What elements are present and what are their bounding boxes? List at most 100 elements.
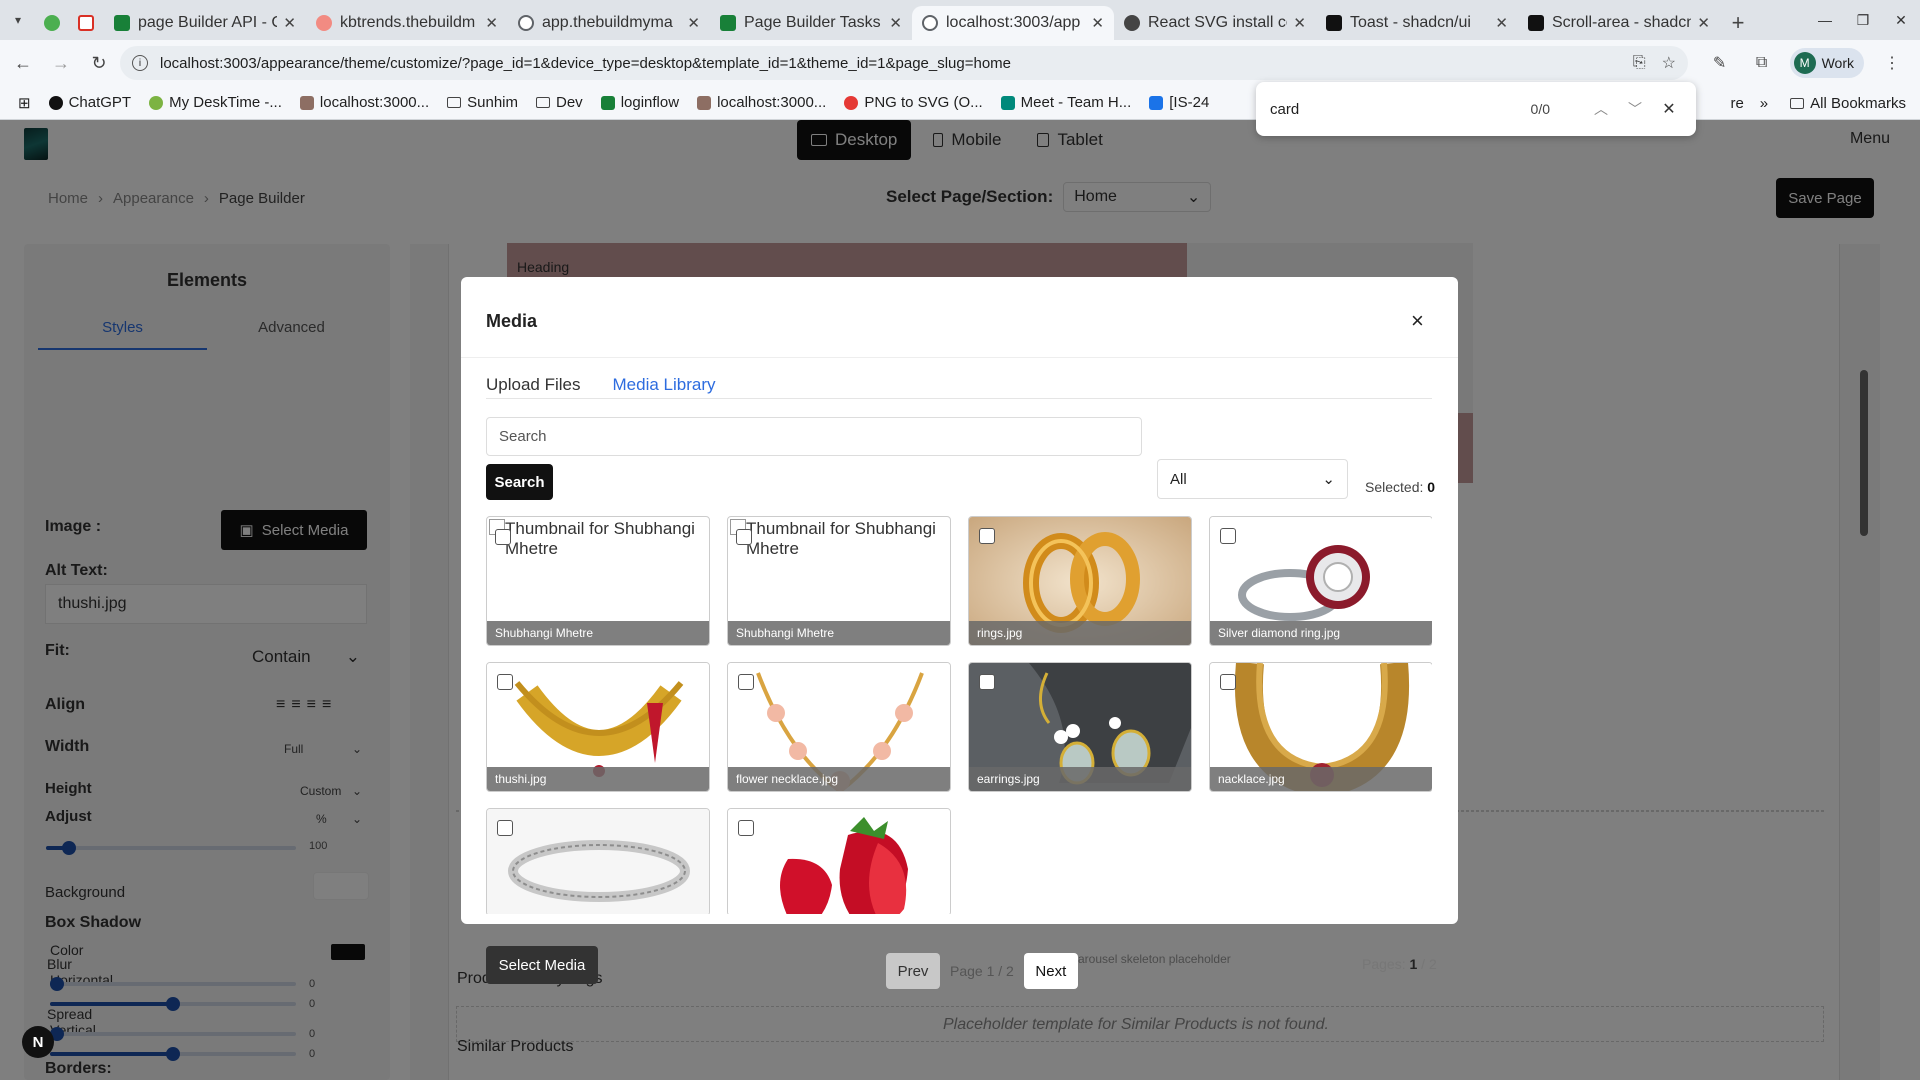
media-checkbox[interactable] xyxy=(979,674,995,690)
tab-media-library[interactable]: Media Library xyxy=(613,367,716,405)
find-previous-icon[interactable]: ︿ xyxy=(1588,99,1614,119)
media-checkbox[interactable] xyxy=(495,529,511,545)
bookmark-item[interactable]: localhost:3000... xyxy=(299,94,429,111)
tab-title: app.thebuildmyma xyxy=(542,14,673,31)
close-icon[interactable]: ✕ xyxy=(1495,14,1508,32)
bookmark-star-icon[interactable]: ☆ xyxy=(1662,53,1676,73)
media-type-filter[interactable]: All ⌄ xyxy=(1157,459,1348,499)
media-card[interactable]: earrings.jpg xyxy=(968,662,1192,792)
next-page-button[interactable]: Next xyxy=(1023,953,1078,989)
apps-icon[interactable]: ⊞ xyxy=(18,94,31,112)
media-card[interactable] xyxy=(486,808,710,914)
media-checkbox[interactable] xyxy=(979,528,995,544)
media-card[interactable]: rings.jpg xyxy=(968,516,1192,646)
all-bookmarks[interactable]: All Bookmarks xyxy=(1790,95,1906,112)
broken-image: Thumbnail for Shubhangi Mhetre xyxy=(489,519,707,560)
close-icon[interactable]: ✕ xyxy=(1293,14,1306,32)
globe-icon xyxy=(922,15,938,31)
media-caption: flower necklace.jpg xyxy=(728,767,950,791)
close-icon[interactable]: ✕ xyxy=(687,14,700,32)
pen-icon[interactable]: ✎ xyxy=(1706,49,1734,77)
media-checkbox[interactable] xyxy=(497,820,513,836)
close-icon[interactable]: ✕ xyxy=(485,14,498,32)
tab-title: kbtrends.thebuildm xyxy=(340,14,476,31)
find-next-icon[interactable]: ﹀ xyxy=(1622,99,1648,119)
prev-page-button[interactable]: Prev xyxy=(886,953,940,989)
browser-tab[interactable] xyxy=(36,6,70,40)
close-icon[interactable]: × xyxy=(1411,310,1424,332)
new-tab-icon[interactable]: + xyxy=(1720,6,1756,40)
bookmark-label: localhost:3000... xyxy=(717,94,827,111)
find-close-icon[interactable]: ✕ xyxy=(1656,99,1682,119)
browser-tab[interactable]: page Builder API - C ✕ xyxy=(104,6,306,40)
tab-upload-files[interactable]: Upload Files xyxy=(486,367,581,405)
site-info-icon[interactable]: i xyxy=(132,55,148,71)
close-icon[interactable]: ✕ xyxy=(1091,14,1104,32)
window-close-icon[interactable]: ✕ xyxy=(1882,0,1920,40)
bookmark-label: My DeskTime -... xyxy=(169,94,282,111)
reload-icon[interactable]: ↻ xyxy=(84,48,114,78)
more-menu-icon[interactable]: ⋮ xyxy=(1878,49,1906,77)
bookmark-folder[interactable]: Sunhim xyxy=(447,94,518,111)
browser-tab[interactable]: kbtrends.thebuildm ✕ xyxy=(306,6,508,40)
tab-search-icon[interactable]: ▾ xyxy=(0,0,36,40)
folder-icon xyxy=(447,97,462,108)
browser-tab[interactable]: Scroll-area - shadcn ✕ xyxy=(1518,6,1720,40)
browser-tab[interactable] xyxy=(70,6,104,40)
profile-button[interactable]: M Work xyxy=(1789,48,1864,78)
media-search-button[interactable]: Search xyxy=(486,464,553,500)
media-card[interactable]: Silver diamond ring.jpg xyxy=(1209,516,1432,646)
bookmark-item[interactable]: [IS-24 xyxy=(1149,94,1209,111)
media-card[interactable] xyxy=(727,808,951,914)
bookmark-item[interactable]: My DeskTime -... xyxy=(149,94,282,111)
next-devtools-badge[interactable]: N xyxy=(22,1026,54,1058)
browser-tab[interactable]: Page Builder Tasks ✕ xyxy=(710,6,912,40)
selected-value: 0 xyxy=(1427,479,1436,495)
tabs-divider xyxy=(486,398,1432,399)
bookmark-item[interactable]: ChatGPT xyxy=(48,94,132,111)
minimize-icon[interactable]: — xyxy=(1806,0,1844,40)
media-card[interactable]: Thumbnail for Shubhangi Mhetre Shubhangi… xyxy=(727,516,951,646)
bookmark-folder[interactable]: Dev xyxy=(536,94,583,111)
tab-title: Scroll-area - shadcn xyxy=(1552,14,1692,31)
browser-tab[interactable]: React SVG install cc ✕ xyxy=(1114,6,1316,40)
media-search-input[interactable]: Search xyxy=(486,417,1142,456)
page-action-icon[interactable]: ⎘ xyxy=(1633,54,1646,72)
all-bookmarks-label: All Bookmarks xyxy=(1810,94,1906,112)
close-icon[interactable]: ✕ xyxy=(1697,14,1710,32)
media-card[interactable]: nacklace.jpg xyxy=(1209,662,1432,792)
sheets-icon xyxy=(720,15,736,31)
more-bookmarks-icon[interactable]: » xyxy=(1760,95,1768,112)
browser-tab[interactable]: Toast - shadcn/ui ✕ xyxy=(1316,6,1518,40)
restore-icon[interactable]: ❐ xyxy=(1844,0,1882,40)
back-icon[interactable]: ← xyxy=(8,48,38,78)
media-checkbox[interactable] xyxy=(736,529,752,545)
bookmark-label: loginflow xyxy=(620,94,680,111)
select-media-button-bottom[interactable]: Select Media xyxy=(486,946,598,984)
close-icon[interactable]: ✕ xyxy=(889,14,902,32)
media-checkbox[interactable] xyxy=(738,674,754,690)
find-input[interactable]: card xyxy=(1270,101,1531,118)
media-card[interactable]: flower necklace.jpg xyxy=(727,662,951,792)
browser-tab[interactable]: app.thebuildmyma ✕ xyxy=(508,6,710,40)
media-checkbox[interactable] xyxy=(497,674,513,690)
media-caption: rings.jpg xyxy=(969,621,1191,645)
forward-icon[interactable]: → xyxy=(46,48,76,78)
media-checkbox[interactable] xyxy=(1220,528,1236,544)
pagination: Prev Page 1 / 2 Next xyxy=(886,953,1078,989)
browser-tab-active[interactable]: localhost:3003/app ✕ xyxy=(912,6,1114,40)
url-bar[interactable]: i localhost:3003/appearance/theme/custom… xyxy=(120,46,1688,80)
bookmark-item[interactable]: PNG to SVG (O... xyxy=(844,94,983,111)
bookmark-item[interactable]: localhost:3000... xyxy=(697,94,826,111)
media-card[interactable]: Thumbnail for Shubhangi Mhetre Shubhangi… xyxy=(486,516,710,646)
close-icon[interactable]: ✕ xyxy=(283,14,296,32)
bookmark-label: ChatGPT xyxy=(68,94,132,111)
extensions-icon[interactable]: ⧉ xyxy=(1748,49,1776,77)
media-checkbox[interactable] xyxy=(738,820,754,836)
media-card[interactable]: thushi.jpg xyxy=(486,662,710,792)
bookmark-partial-label[interactable]: re xyxy=(1730,95,1743,112)
bookmark-item[interactable]: loginflow xyxy=(600,94,680,111)
media-checkbox[interactable] xyxy=(1220,674,1236,690)
bookmark-item[interactable]: Meet - Team H... xyxy=(1000,94,1131,111)
tab-title: Toast - shadcn/ui xyxy=(1350,14,1471,31)
